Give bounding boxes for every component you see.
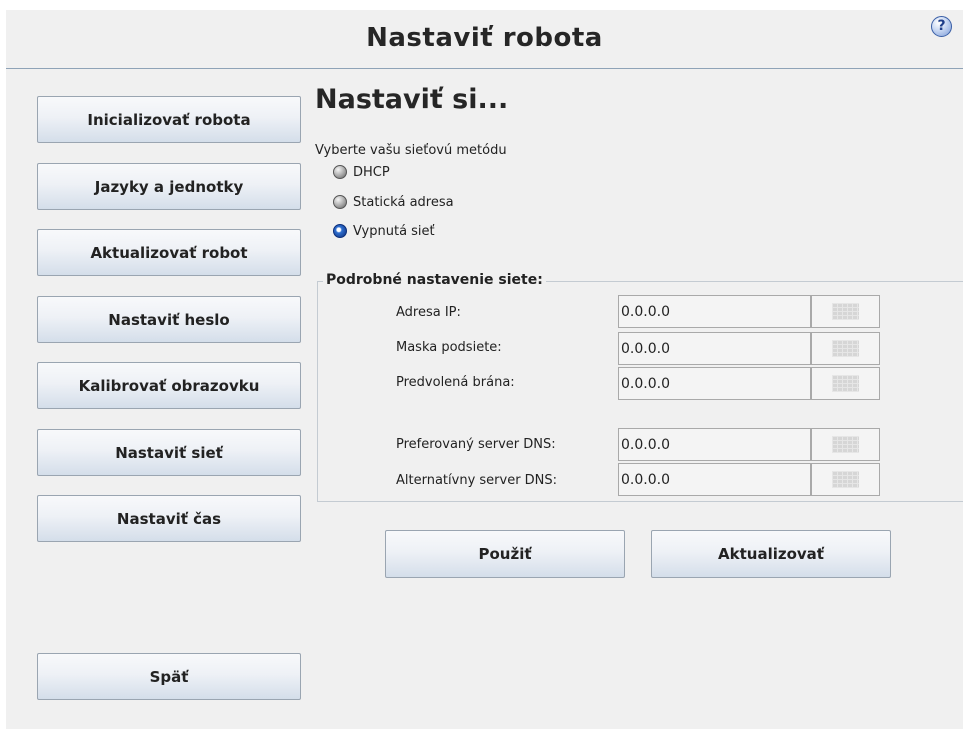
sidebar-item-languages-units[interactable]: Jazyky a jednotky — [37, 163, 301, 210]
radio-label: Statická adresa — [353, 194, 454, 210]
keypad-icon — [832, 471, 859, 488]
keypad-icon — [832, 436, 859, 453]
title-bar: Nastaviť robota ? — [6, 10, 963, 69]
ip-address-label: Adresa IP: — [396, 305, 461, 320]
preferred-dns-field[interactable]: 0.0.0.0 — [618, 428, 811, 461]
keypad-icon — [832, 303, 859, 320]
keypad-icon — [832, 375, 859, 392]
app-window: Nastaviť robota ? Inicializovať robota J… — [6, 10, 963, 729]
alternate-dns-label: Alternatívny server DNS: — [396, 473, 558, 488]
radio-label: DHCP — [353, 164, 390, 180]
page-title: Nastaviť robota — [366, 23, 603, 53]
alternate-dns-keypad-button[interactable] — [811, 463, 880, 496]
sidebar-item-update-robot[interactable]: Aktualizovať robot — [37, 229, 301, 276]
sidebar-item-calibrate-screen[interactable]: Kalibrovať obrazovku — [37, 362, 301, 409]
preferred-dns-keypad-button[interactable] — [811, 428, 880, 461]
radio-option-network-off[interactable]: Vypnutá sieť — [333, 222, 435, 240]
default-gateway-field[interactable]: 0.0.0.0 — [618, 367, 811, 400]
sidebar-item-set-time[interactable]: Nastaviť čas — [37, 495, 301, 542]
default-gateway-keypad-button[interactable] — [811, 367, 880, 400]
default-gateway-label: Predvolená brána: — [396, 375, 515, 390]
sidebar-item-initialize-robot[interactable]: Inicializovať robota — [37, 96, 301, 143]
help-icon[interactable]: ? — [931, 16, 952, 37]
refresh-button[interactable]: Aktualizovať — [651, 530, 891, 578]
subnet-mask-field[interactable]: 0.0.0.0 — [618, 332, 811, 365]
network-details-legend: Podrobné nastavenie siete: — [323, 272, 546, 288]
apply-button[interactable]: Použiť — [385, 530, 625, 578]
sidebar-item-set-password[interactable]: Nastaviť heslo — [37, 296, 301, 343]
radio-label: Vypnutá sieť — [353, 223, 435, 239]
radio-button-icon[interactable] — [333, 165, 347, 179]
back-button[interactable]: Späť — [37, 653, 301, 700]
method-prompt: Vyberte vašu sieťovú metódu — [315, 143, 507, 158]
ip-address-field[interactable]: 0.0.0.0 — [618, 295, 811, 328]
radio-button-selected-icon[interactable] — [333, 224, 347, 238]
subnet-mask-keypad-button[interactable] — [811, 332, 880, 365]
radio-option-dhcp[interactable]: DHCP — [333, 163, 390, 181]
sidebar-item-set-network[interactable]: Nastaviť sieť — [37, 429, 301, 476]
keypad-icon — [832, 340, 859, 357]
preferred-dns-label: Preferovaný server DNS: — [396, 437, 556, 452]
radio-option-static-address[interactable]: Statická adresa — [333, 193, 454, 211]
ip-address-keypad-button[interactable] — [811, 295, 880, 328]
radio-button-icon[interactable] — [333, 195, 347, 209]
alternate-dns-field[interactable]: 0.0.0.0 — [618, 463, 811, 496]
subnet-mask-label: Maska podsiete: — [396, 340, 502, 355]
section-title: Nastaviť si... — [315, 84, 509, 115]
